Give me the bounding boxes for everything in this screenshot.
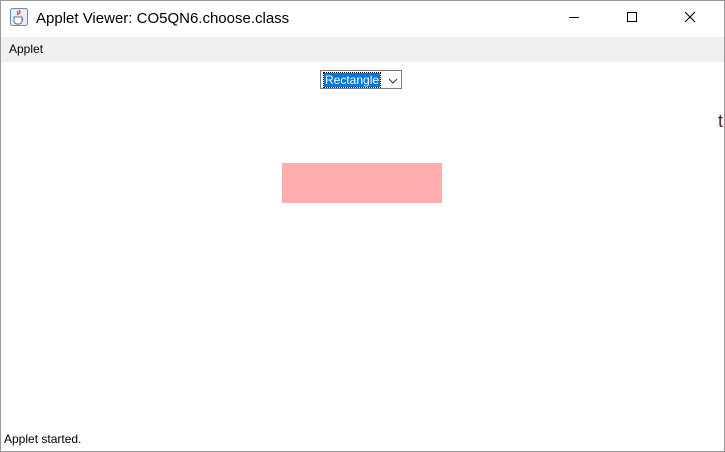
shape-choice-dropdown[interactable]: Rectangle — [320, 70, 402, 89]
applet-viewer-window: Applet Viewer: CO5QN6.choose.class Apple… — [0, 0, 725, 452]
close-button[interactable] — [667, 1, 713, 37]
title-bar[interactable]: Applet Viewer: CO5QN6.choose.class — [1, 1, 724, 37]
java-cup-icon — [10, 8, 28, 26]
maximize-icon — [626, 10, 638, 28]
minimize-icon — [568, 10, 580, 28]
status-text: Applet started. — [4, 432, 82, 446]
minimize-button[interactable] — [551, 1, 597, 37]
chevron-down-icon[interactable] — [387, 74, 399, 86]
close-icon — [684, 10, 696, 28]
menu-applet[interactable]: Applet — [5, 41, 47, 57]
maximize-button[interactable] — [609, 1, 655, 37]
window-title: Applet Viewer: CO5QN6.choose.class — [36, 10, 290, 27]
menu-bar: Applet — [1, 37, 724, 62]
drawn-rectangle — [282, 163, 442, 203]
choice-selected-value: Rectangle — [322, 72, 382, 88]
background-window-edge-text: t — [718, 111, 724, 131]
